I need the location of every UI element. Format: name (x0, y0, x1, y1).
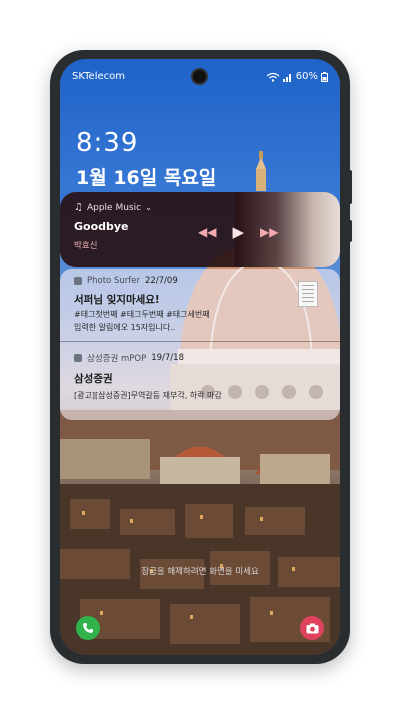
app-name: Photo Surfer (87, 276, 140, 286)
music-note-icon: ♫ (74, 202, 83, 213)
unlock-hint: 잠금을 해제하려면 화면을 미세요 (141, 567, 259, 577)
track-title: Goodbye (74, 220, 129, 233)
next-icon[interactable]: ▶▶ (260, 226, 278, 238)
chevron-down-icon[interactable]: ⌄ (145, 203, 152, 212)
notification-line: #태그첫번째 #태그두번째 #태그세번째 (74, 310, 210, 319)
notification-line: [광고][삼성증권]무역갈등 재부각, 하락 마감 (74, 391, 222, 400)
music-source: Apple Music (86, 202, 142, 213)
battery-percent: 60% (295, 71, 318, 82)
previous-icon[interactable]: ◀◀ (198, 226, 216, 238)
notification-body: [광고][삼성증권]무역갈등 재부각, 하락 마감 (74, 389, 304, 402)
track-artist: 박효신 (74, 241, 98, 251)
notification-time: 22/7/09 (144, 276, 178, 286)
front-camera (191, 68, 208, 85)
volume-button (348, 170, 352, 204)
notification-title: 서퍼님 잊지마세요! (74, 294, 160, 306)
notification-title: 삼성증권 (74, 373, 113, 385)
notification-line: 입력한 알림에오 15자입니다.. (74, 323, 176, 332)
camera-icon (306, 623, 318, 633)
app-name: 삼성증권 mPOP (87, 354, 147, 364)
date: 1월 16일 목요일 (76, 167, 217, 189)
phone-shortcut[interactable] (76, 616, 100, 640)
signal-icon (282, 73, 291, 82)
lock-screen[interactable]: SKTelecom 60% 8:39 1월 16일 목요일 ♫ Apple Mu… (60, 59, 340, 655)
music-player[interactable]: ♫ Apple Music ⌄ Goodbye 박효신 ◀◀ ▶ ▶▶ (60, 192, 340, 267)
carrier-label: SKTelecom (72, 71, 125, 82)
notification-header: Photo Surfer 22/7/09 (74, 276, 178, 286)
camera-shortcut[interactable] (300, 616, 324, 640)
power-button (348, 220, 352, 242)
app-icon (74, 277, 82, 285)
clock: 8:39 (76, 128, 139, 158)
notification-body: #태그첫번째 #태그두번째 #태그세번째 입력한 알림에오 15자입니다.. (74, 308, 304, 334)
notification-header: 삼성증권 mPOP 19/7/18 (74, 352, 184, 364)
battery-icon (321, 71, 328, 82)
phone-frame: SKTelecom 60% 8:39 1월 16일 목요일 ♫ Apple Mu… (50, 50, 352, 664)
play-icon[interactable]: ▶ (232, 225, 244, 240)
wifi-icon (266, 72, 280, 82)
notification-thumbnail (298, 281, 318, 307)
app-icon (74, 354, 82, 362)
notification-time: 19/7/18 (151, 353, 184, 363)
phone-icon (83, 623, 93, 633)
